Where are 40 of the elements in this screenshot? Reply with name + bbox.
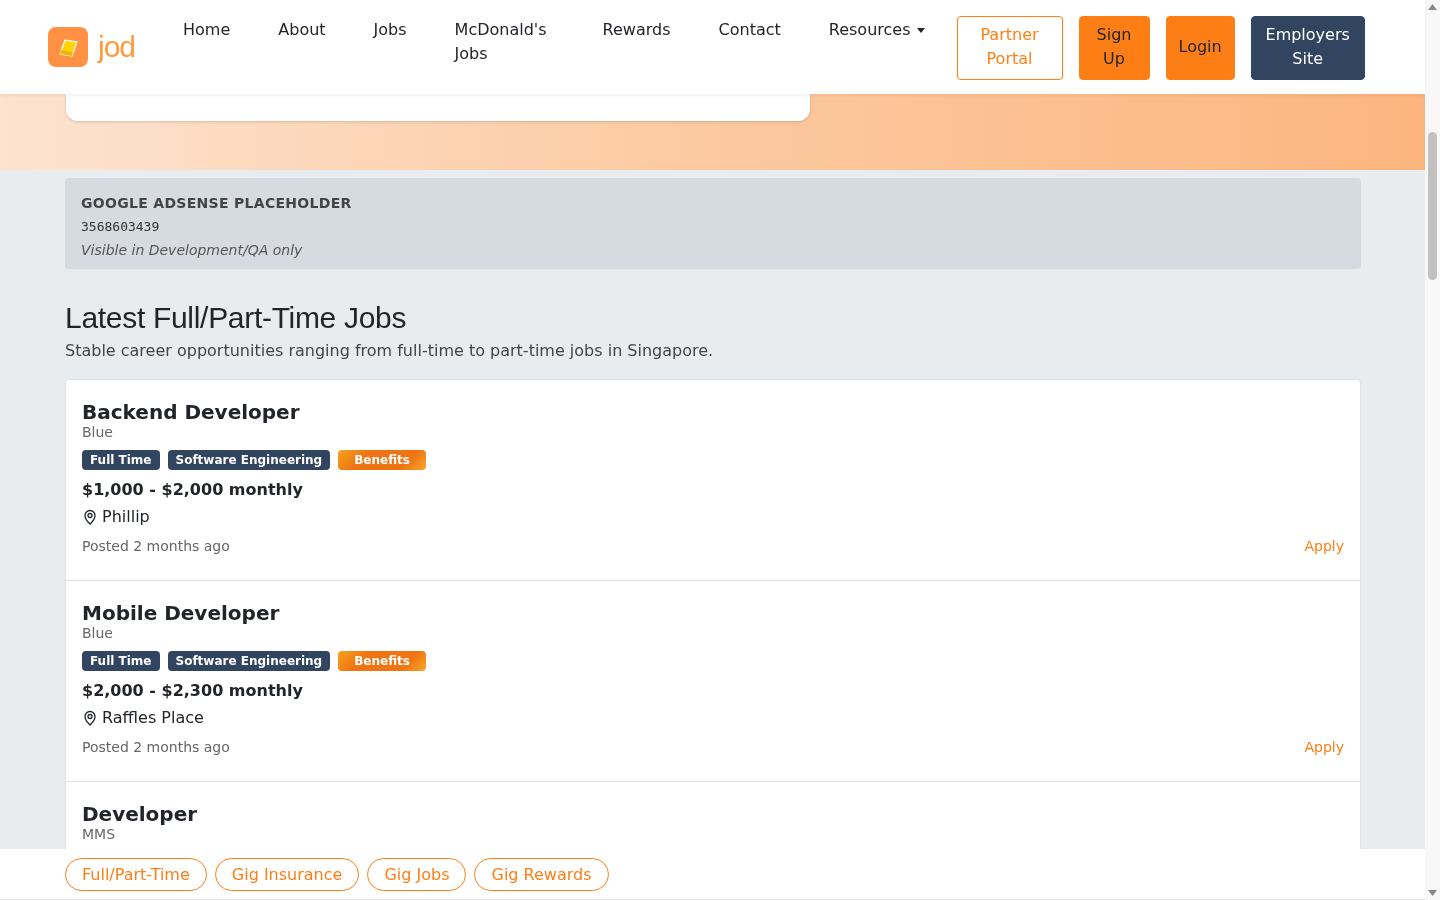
section-subtitle: Stable career opportunities ranging from full-time to part-time jobs in Singapore. <box>65 341 715 360</box>
ad-title: GOOGLE ADSENSE PLACEHOLDER <box>81 195 353 211</box>
salary: $1,000 - $2,000 monthly <box>82 480 304 499</box>
company-name: Blue <box>82 424 114 440</box>
location: Raffles Place <box>102 708 204 727</box>
location-pin-icon <box>82 508 98 525</box>
header-button[interactable]: Login <box>1165 16 1235 80</box>
nav-link[interactable]: Contact <box>694 16 805 68</box>
nav-link[interactable]: About <box>254 16 350 68</box>
section-title: Latest Full/Part-Time Jobs <box>65 301 408 335</box>
company-name: Blue <box>82 625 114 641</box>
nav-link[interactable]: McDonald's Jobs <box>430 16 579 68</box>
job-tag: Software Engineering <box>167 651 331 671</box>
nav-dropdown[interactable]: Resources <box>804 16 949 68</box>
location: Phillip <box>102 507 150 526</box>
scrollbar-thumb[interactable] <box>1428 132 1437 280</box>
ad-note: Visible in Development/QA only <box>81 242 304 258</box>
header-button[interactable]: Sign Up <box>1078 16 1150 80</box>
job-title[interactable]: Backend Developer <box>82 400 1344 424</box>
job-tag: Benefits <box>338 450 426 470</box>
job-title[interactable]: Developer <box>82 802 1344 826</box>
scroll-up-icon[interactable] <box>1428 4 1437 10</box>
logo-icon[interactable] <box>48 27 88 67</box>
posted-date: Posted 2 months ago <box>82 739 230 755</box>
nav-link[interactable]: Jobs <box>349 16 431 68</box>
header-button[interactable]: Employers Site <box>1250 16 1365 80</box>
job-title[interactable]: Mobile Developer <box>82 601 1344 625</box>
nav-link[interactable]: Rewards <box>578 16 695 68</box>
nav-link[interactable]: Home <box>159 16 255 68</box>
company-name: MMS <box>82 826 117 842</box>
posted-date: Posted 2 months ago <box>82 538 230 554</box>
salary: $2,000 - $2,300 monthly <box>82 681 304 700</box>
caret-icon <box>916 28 925 33</box>
job-tag: Software Engineering <box>167 450 331 470</box>
location-pin-icon <box>82 709 98 726</box>
ad-code: 3568603439 <box>81 219 161 234</box>
scroll-down-icon[interactable] <box>1428 890 1437 896</box>
job-tag: Benefits <box>338 651 426 671</box>
job-tag: Full Time <box>82 450 160 470</box>
job-tag: Full Time <box>82 651 160 671</box>
